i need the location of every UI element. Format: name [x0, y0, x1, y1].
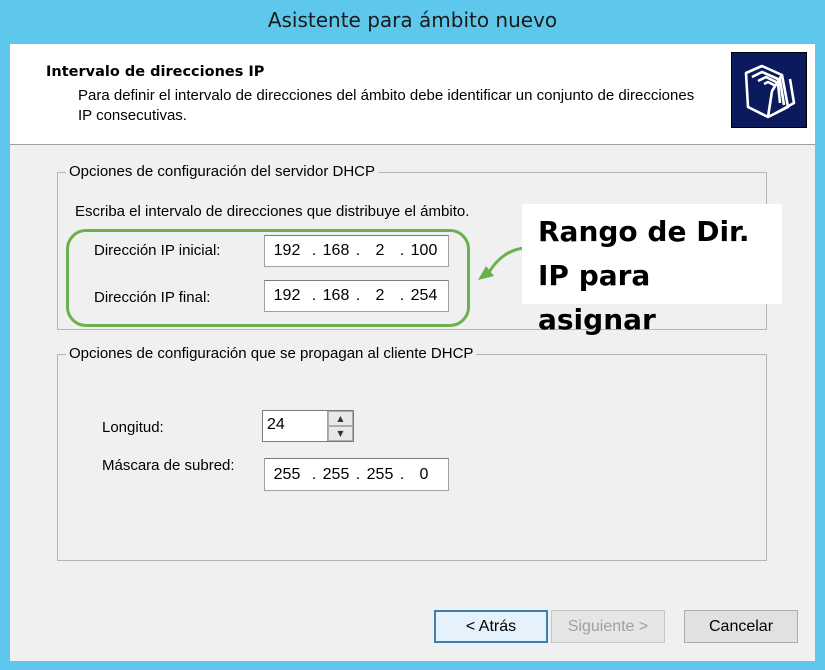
page-description: Para definir el intervalo de direcciones… [78, 87, 695, 124]
subnet-octet[interactable]: 255 [363, 466, 397, 484]
subnet-octet[interactable]: 0 [407, 466, 441, 484]
wizard-window: Asistente para ámbito nuevo Intervalo de… [0, 0, 825, 670]
annotation-callout: Rango de Dir. IP para asignar [522, 204, 782, 336]
subnet-mask-label: Máscara de subred: [102, 457, 235, 474]
wizard-header: Intervalo de direcciones IP Para definir… [10, 44, 815, 145]
wizard-client-area: Intervalo de direcciones IP Para definir… [10, 44, 815, 661]
next-button[interactable]: Siguiente > [551, 610, 665, 643]
spin-up-icon[interactable]: ▲ [328, 411, 353, 426]
length-label: Longitud: [102, 419, 164, 436]
ip-range-highlight [66, 229, 470, 327]
window-title: Asistente para ámbito nuevo [267, 8, 558, 32]
annotation-line-1: Rango de Dir. [538, 215, 750, 248]
subnet-octet[interactable]: 255 [319, 466, 353, 484]
annotation-line-2: IP para asignar [538, 259, 656, 336]
cancel-button[interactable]: Cancelar [684, 610, 798, 643]
subnet-mask-field[interactable]: 255. 255. 255. 0 [264, 458, 449, 491]
client-options-label: Opciones de configuración que se propaga… [66, 345, 477, 363]
range-instruction: Escriba el intervalo de direcciones que … [75, 203, 470, 220]
title-bar[interactable]: Asistente para ámbito nuevo [0, 0, 825, 44]
length-spinner[interactable]: 24 ▲ ▼ [262, 410, 354, 442]
page-title: Intervalo de direcciones IP [46, 64, 265, 80]
spin-down-icon[interactable]: ▼ [328, 426, 353, 441]
server-options-label: Opciones de configuración del servidor D… [66, 163, 378, 181]
length-value[interactable]: 24 [267, 416, 285, 434]
back-button[interactable]: < Atrás [434, 610, 548, 643]
subnet-octet[interactable]: 255 [265, 466, 309, 484]
folders-icon [731, 52, 807, 128]
